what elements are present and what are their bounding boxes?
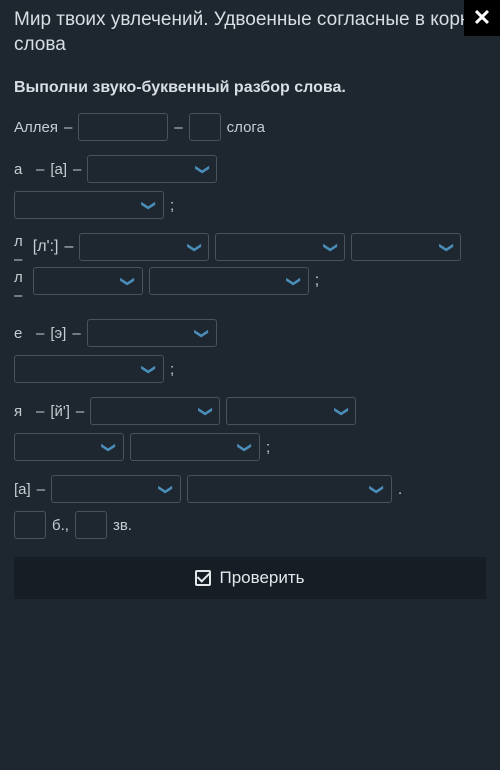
check-button[interactable]: Проверить [14,557,486,599]
dash: – [36,403,44,420]
chevron-down-icon: ❯ [369,484,386,496]
letter-ll-block: л – л – [л':] – ❯ ❯ ❯ ❯ ❯ ; [14,233,486,305]
chevron-down-icon: ❯ [158,484,175,496]
chevron-down-icon: ❯ [119,276,136,288]
dash: – [72,325,80,342]
select-ll-1[interactable]: ❯ [79,233,209,261]
sounds-label: зв. [113,517,132,534]
select-ll-5[interactable]: ❯ [149,267,309,295]
sound-a2-row: [а] – ❯ ❯ . [14,475,486,503]
semicolon: ; [266,439,270,456]
sounds-count-input[interactable] [75,511,107,539]
letter-a-row: а – [а] – ❯ [14,155,486,183]
letter-ya: я [14,403,30,420]
chevron-down-icon: ❯ [197,406,214,418]
syllable-label: слога [227,119,265,136]
letter-a: а [14,161,30,178]
task-instruction: Выполни звуко-буквенный разбор слова. [14,79,486,97]
letters-count-input[interactable] [14,511,46,539]
letter-a-row2: ❯ ; [14,191,486,219]
select-e-1[interactable]: ❯ [87,319,217,347]
dash: – [14,251,23,269]
chevron-down-icon: ❯ [237,442,254,454]
page-title: Мир твоих увлечений. Удвоенные согласные… [14,8,486,57]
letter-ya-row: я – [й'] – ❯ ❯ [14,397,486,425]
select-a2-1[interactable]: ❯ [51,475,181,503]
dash: – [14,287,23,305]
letter-l1: л [14,233,23,251]
chevron-down-icon: ❯ [322,242,339,254]
select-ll-2[interactable]: ❯ [215,233,345,261]
dash: – [37,481,45,498]
check-icon [195,570,211,586]
select-ya-4[interactable]: ❯ [130,433,260,461]
letter-ya-row2: ❯ ❯ ; [14,433,486,461]
sound-ll: [л':] [33,238,59,256]
select-e-2[interactable]: ❯ [14,355,164,383]
period: . [398,481,402,498]
syllable-count-input[interactable] [189,113,221,141]
ll-controls: [л':] – ❯ ❯ ❯ ❯ ❯ ; [33,233,486,295]
select-ll-3[interactable]: ❯ [351,233,461,261]
word-transcription-input[interactable] [78,113,168,141]
dash: – [174,119,182,136]
select-ya-2[interactable]: ❯ [226,397,356,425]
chevron-down-icon: ❯ [194,164,211,176]
select-a-2[interactable]: ❯ [14,191,164,219]
close-icon: ✕ [473,5,491,31]
letter-ll-stack: л – л – [14,233,23,305]
chevron-down-icon: ❯ [186,242,203,254]
close-button[interactable]: ✕ [464,0,500,36]
select-ya-3[interactable]: ❯ [14,433,124,461]
word-label: Аллея [14,119,58,136]
dash: – [36,325,44,342]
chevron-down-icon: ❯ [193,328,210,340]
sound-a: [а] [50,161,67,178]
semicolon: ; [315,272,319,290]
exercise-content: Мир твоих увлечений. Удвоенные согласные… [0,0,500,539]
select-ya-1[interactable]: ❯ [90,397,220,425]
chevron-down-icon: ❯ [438,242,455,254]
select-ll-4[interactable]: ❯ [33,267,143,295]
letter-l2: л [14,269,23,287]
chevron-down-icon: ❯ [333,406,350,418]
semicolon: ; [170,197,174,214]
select-a2-2[interactable]: ❯ [187,475,392,503]
sound-a2: [а] [14,481,31,498]
dash: – [64,119,72,136]
letters-label: б., [52,517,69,534]
dash: – [65,238,74,256]
letter-e-row: е – [э] – ❯ [14,319,486,347]
semicolon: ; [170,361,174,378]
summary-row: б., зв. [14,511,486,539]
dash: – [73,161,81,178]
dash: – [76,403,84,420]
dash: – [36,161,44,178]
chevron-down-icon: ❯ [101,442,118,454]
chevron-down-icon: ❯ [141,200,158,212]
chevron-down-icon: ❯ [141,364,158,376]
check-label: Проверить [219,568,304,588]
letter-e-row2: ❯ ; [14,355,486,383]
letter-e: е [14,325,30,342]
chevron-down-icon: ❯ [285,276,302,288]
sound-e: [э] [50,325,66,342]
sound-ya: [й'] [50,403,70,420]
select-a-1[interactable]: ❯ [87,155,217,183]
word-row: Аллея – – слога [14,113,486,141]
